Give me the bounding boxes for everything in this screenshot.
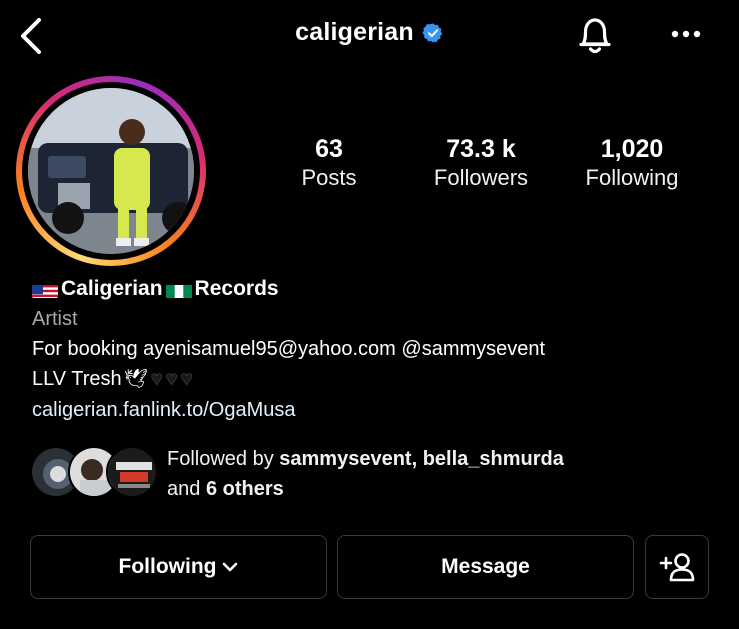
mutual-follower-names: sammysevent, bella_shmurda bbox=[279, 448, 564, 470]
stat-label: Followers bbox=[433, 165, 529, 190]
add-person-icon bbox=[659, 553, 695, 582]
bell-icon bbox=[579, 18, 611, 54]
mutual-followers-text: Followed by sammysevent, bella_shmurda a… bbox=[167, 448, 564, 500]
following-button-label: Following bbox=[118, 555, 217, 578]
message-button[interactable]: Message bbox=[337, 535, 634, 599]
bio-line-booking: For booking ayenisamuel95@yahoo.com @sam… bbox=[32, 338, 546, 360]
black-heart-icon: ♥ bbox=[150, 368, 163, 390]
profile-link[interactable]: caligerian.fanlink.to/OgaMusa bbox=[32, 395, 722, 425]
following-button[interactable]: Following bbox=[30, 535, 327, 599]
profile-bio: Caligerian Records Artist For booking ay… bbox=[32, 274, 722, 425]
black-heart-icon: ♥ bbox=[180, 368, 193, 390]
stat-value: 63 bbox=[315, 135, 343, 163]
mutual-others-count: 6 others bbox=[205, 478, 284, 500]
stat-value: 1,020 bbox=[600, 135, 664, 163]
display-name: Caligerian Records bbox=[32, 274, 722, 304]
profile-stats: 63 Posts 73.3 k Followers 1,020 Followin… bbox=[0, 134, 739, 204]
message-button-label: Message bbox=[441, 555, 530, 578]
stat-posts[interactable]: 63 Posts bbox=[259, 134, 399, 192]
more-options-button[interactable] bbox=[664, 16, 708, 52]
suggested-users-button[interactable] bbox=[645, 535, 709, 599]
display-name-part2: Records bbox=[194, 277, 279, 300]
display-name-part1: Caligerian bbox=[61, 277, 163, 300]
stat-value: 73.3 k bbox=[446, 135, 516, 163]
us-flag-icon bbox=[32, 281, 58, 298]
bio-line-tresh-text: LLV Tresh bbox=[32, 368, 122, 390]
notifications-button[interactable] bbox=[572, 12, 618, 58]
verified-badge-icon bbox=[422, 22, 443, 43]
bio-line-tresh: LLV Tresh 🕊 ♥ ♥ ♥ bbox=[32, 364, 722, 395]
stat-label: Posts bbox=[301, 165, 357, 190]
stat-following[interactable]: 1,020 Following bbox=[562, 134, 702, 192]
nigeria-flag-icon bbox=[165, 281, 192, 298]
black-heart-icon: ♥ bbox=[165, 368, 178, 390]
dove-icon: 🕊 bbox=[123, 369, 148, 390]
more-dots-icon bbox=[671, 30, 701, 38]
mutual-followers[interactable]: Followed by sammysevent, bella_shmurda a… bbox=[30, 444, 720, 504]
top-bar: caligerian bbox=[0, 0, 739, 72]
profile-title: caligerian bbox=[0, 18, 739, 47]
stat-followers[interactable]: 73.3 k Followers bbox=[411, 134, 551, 192]
profile-category: Artist bbox=[32, 308, 78, 330]
stat-label: Following bbox=[585, 165, 679, 190]
chevron-down-icon bbox=[223, 562, 238, 572]
mutual-follower-avatar bbox=[106, 446, 158, 498]
username-title: caligerian bbox=[295, 18, 414, 46]
